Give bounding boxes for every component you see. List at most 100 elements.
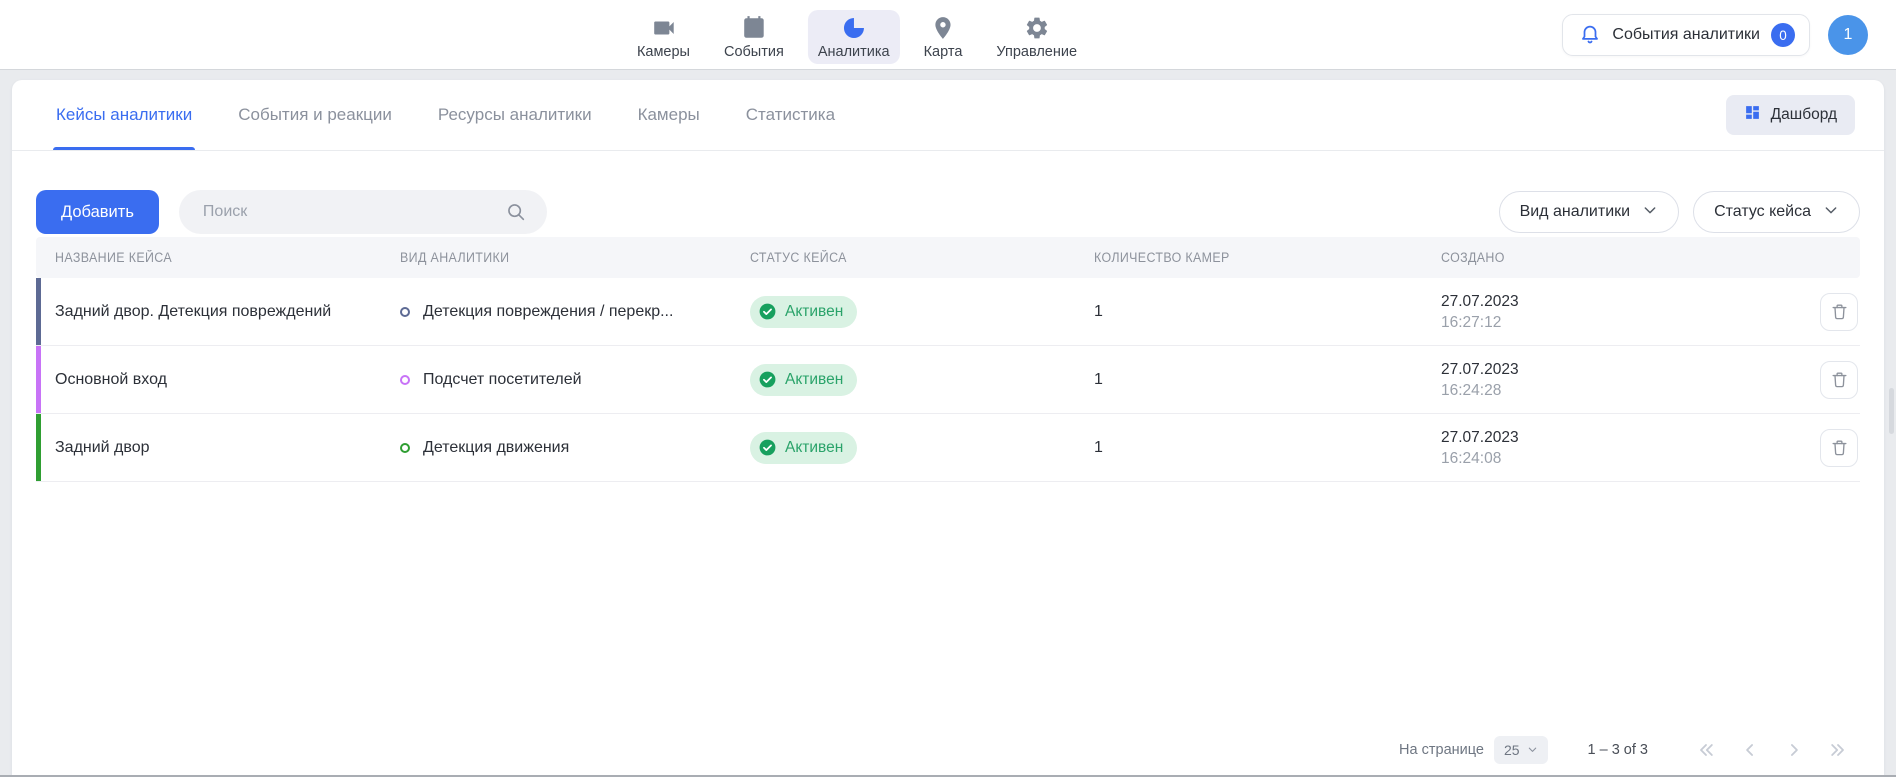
last-page-button[interactable] bbox=[1828, 740, 1848, 760]
created-cell: 27.07.2023 16:27:12 bbox=[1441, 291, 1804, 333]
analytics-type-filter[interactable]: Вид аналитики bbox=[1499, 191, 1680, 233]
column-header-created: СОЗДАНО bbox=[1441, 250, 1804, 265]
camera-count: 1 bbox=[1094, 371, 1441, 389]
scrollbar-thumb[interactable] bbox=[1889, 388, 1894, 434]
trash-icon bbox=[1830, 370, 1849, 389]
per-page-label: На странице bbox=[1399, 742, 1484, 758]
cases-table: НАЗВАНИЕ КЕЙСА ВИД АНАЛИТИКИ СТАТУС КЕЙС… bbox=[36, 237, 1860, 482]
created-cell: 27.07.2023 16:24:08 bbox=[1441, 427, 1804, 469]
case-name: Задний двор. Детекция повреждений bbox=[36, 303, 400, 321]
column-header-case-name: НАЗВАНИЕ КЕЙСА bbox=[36, 250, 400, 265]
delete-case-button[interactable] bbox=[1820, 293, 1858, 331]
delete-case-button[interactable] bbox=[1820, 429, 1858, 467]
analytics-type-label: Детекция движения bbox=[423, 439, 569, 457]
analytics-events-button[interactable]: События аналитики 0 bbox=[1562, 14, 1810, 56]
nav-label: Управление bbox=[996, 44, 1077, 60]
chevron-down-icon bbox=[1527, 742, 1538, 758]
filter-label: Вид аналитики bbox=[1520, 203, 1631, 221]
status-label: Активен bbox=[785, 303, 843, 321]
row-accent-bar bbox=[36, 346, 41, 413]
pagination-controls bbox=[1696, 740, 1848, 760]
row-accent-bar bbox=[36, 414, 41, 481]
created-date: 27.07.2023 bbox=[1441, 359, 1804, 380]
created-date: 27.07.2023 bbox=[1441, 427, 1804, 448]
top-navigation-bar: Камеры События Аналитика Карта bbox=[0, 0, 1896, 70]
add-case-button[interactable]: Добавить bbox=[36, 190, 159, 234]
page-range-label: 1 – 3 of 3 bbox=[1588, 742, 1648, 758]
map-pin-icon bbox=[930, 15, 956, 41]
events-count-badge: 0 bbox=[1771, 23, 1795, 47]
analytics-cases-panel: Кейсы аналитики События и реакции Ресурс… bbox=[12, 80, 1884, 775]
per-page-value: 25 bbox=[1504, 742, 1520, 758]
bell-icon bbox=[1579, 23, 1601, 48]
case-status-filter[interactable]: Статус кейса bbox=[1693, 191, 1860, 233]
chevron-down-icon bbox=[1823, 202, 1839, 223]
tab-analytics-resources[interactable]: Ресурсы аналитики bbox=[438, 80, 592, 150]
search-icon bbox=[505, 201, 527, 228]
status-badge: Активен bbox=[750, 296, 857, 328]
nav-label: События bbox=[724, 44, 784, 60]
dashboard-grid-icon bbox=[1744, 104, 1761, 126]
row-accent-bar bbox=[36, 278, 41, 345]
tabs: Кейсы аналитики События и реакции Ресурс… bbox=[56, 80, 835, 150]
pie-chart-icon bbox=[841, 15, 867, 41]
nav-item-management[interactable]: Управление bbox=[986, 10, 1087, 64]
nav-item-analytics[interactable]: Аналитика bbox=[808, 10, 900, 64]
nav-item-cameras[interactable]: Камеры bbox=[627, 10, 700, 64]
topbar-right-group: События аналитики 0 1 bbox=[1562, 14, 1868, 56]
analytics-type-icon bbox=[400, 375, 410, 385]
created-time: 16:24:08 bbox=[1441, 448, 1804, 469]
camera-count: 1 bbox=[1094, 439, 1441, 457]
table-row[interactable]: Основной вход Подсчет посетителей Активе… bbox=[36, 346, 1860, 414]
camera-count: 1 bbox=[1094, 303, 1441, 321]
gear-icon bbox=[1024, 15, 1050, 41]
nav-label: Карта bbox=[924, 44, 963, 60]
events-button-label: События аналитики bbox=[1612, 26, 1760, 44]
created-date: 27.07.2023 bbox=[1441, 291, 1804, 312]
nav-label: Камеры bbox=[637, 44, 690, 60]
search-input[interactable] bbox=[179, 190, 547, 234]
created-time: 16:27:12 bbox=[1441, 312, 1804, 333]
previous-page-button[interactable] bbox=[1740, 740, 1760, 760]
main-nav: Камеры События Аналитика Карта bbox=[627, 10, 1087, 64]
status-badge: Активен bbox=[750, 432, 857, 464]
analytics-type-icon bbox=[400, 443, 410, 453]
case-name: Основной вход bbox=[36, 371, 400, 389]
dashboard-button-label: Дашборд bbox=[1771, 106, 1837, 124]
tabs-row: Кейсы аналитики События и реакции Ресурс… bbox=[12, 80, 1884, 151]
tab-cameras[interactable]: Камеры bbox=[638, 80, 700, 150]
nav-item-map[interactable]: Карта bbox=[914, 10, 973, 64]
next-page-button[interactable] bbox=[1784, 740, 1804, 760]
toolbar: Добавить Вид аналитики Статус кейса bbox=[12, 190, 1884, 234]
nav-label: Аналитика bbox=[818, 44, 890, 60]
column-header-case-status: СТАТУС КЕЙСА bbox=[750, 250, 1094, 265]
created-time: 16:24:28 bbox=[1441, 380, 1804, 401]
tab-statistics[interactable]: Статистика bbox=[746, 80, 835, 150]
nav-item-events[interactable]: События bbox=[714, 10, 794, 64]
table-row[interactable]: Задний двор Детекция движения Активен 1 … bbox=[36, 414, 1860, 482]
check-circle-icon bbox=[758, 302, 777, 321]
trash-icon bbox=[1830, 302, 1849, 321]
dashboard-button[interactable]: Дашборд bbox=[1726, 95, 1855, 135]
case-name: Задний двор bbox=[36, 439, 400, 457]
table-header-row: НАЗВАНИЕ КЕЙСА ВИД АНАЛИТИКИ СТАТУС КЕЙС… bbox=[36, 237, 1860, 278]
check-circle-icon bbox=[758, 438, 777, 457]
tab-events-reactions[interactable]: События и реакции bbox=[238, 80, 392, 150]
calendar-check-icon bbox=[741, 15, 767, 41]
table-body: Задний двор. Детекция повреждений Детекц… bbox=[36, 278, 1860, 482]
analytics-type-label: Детекция повреждения / перекр... bbox=[423, 303, 673, 321]
app-window: Камеры События Аналитика Карта bbox=[0, 0, 1896, 777]
first-page-button[interactable] bbox=[1696, 740, 1716, 760]
pagination-bar: На странице 25 1 – 3 of 3 bbox=[36, 735, 1848, 765]
analytics-type-icon bbox=[400, 307, 410, 317]
delete-case-button[interactable] bbox=[1820, 361, 1858, 399]
chevron-down-icon bbox=[1642, 202, 1658, 223]
table-row[interactable]: Задний двор. Детекция повреждений Детекц… bbox=[36, 278, 1860, 346]
user-avatar[interactable]: 1 bbox=[1828, 15, 1868, 55]
column-header-analytics-type: ВИД АНАЛИТИКИ bbox=[400, 250, 750, 265]
tab-analytics-cases[interactable]: Кейсы аналитики bbox=[56, 80, 192, 150]
per-page-select[interactable]: 25 bbox=[1494, 736, 1548, 764]
check-circle-icon bbox=[758, 370, 777, 389]
status-label: Активен bbox=[785, 371, 843, 389]
search-field bbox=[179, 190, 547, 234]
